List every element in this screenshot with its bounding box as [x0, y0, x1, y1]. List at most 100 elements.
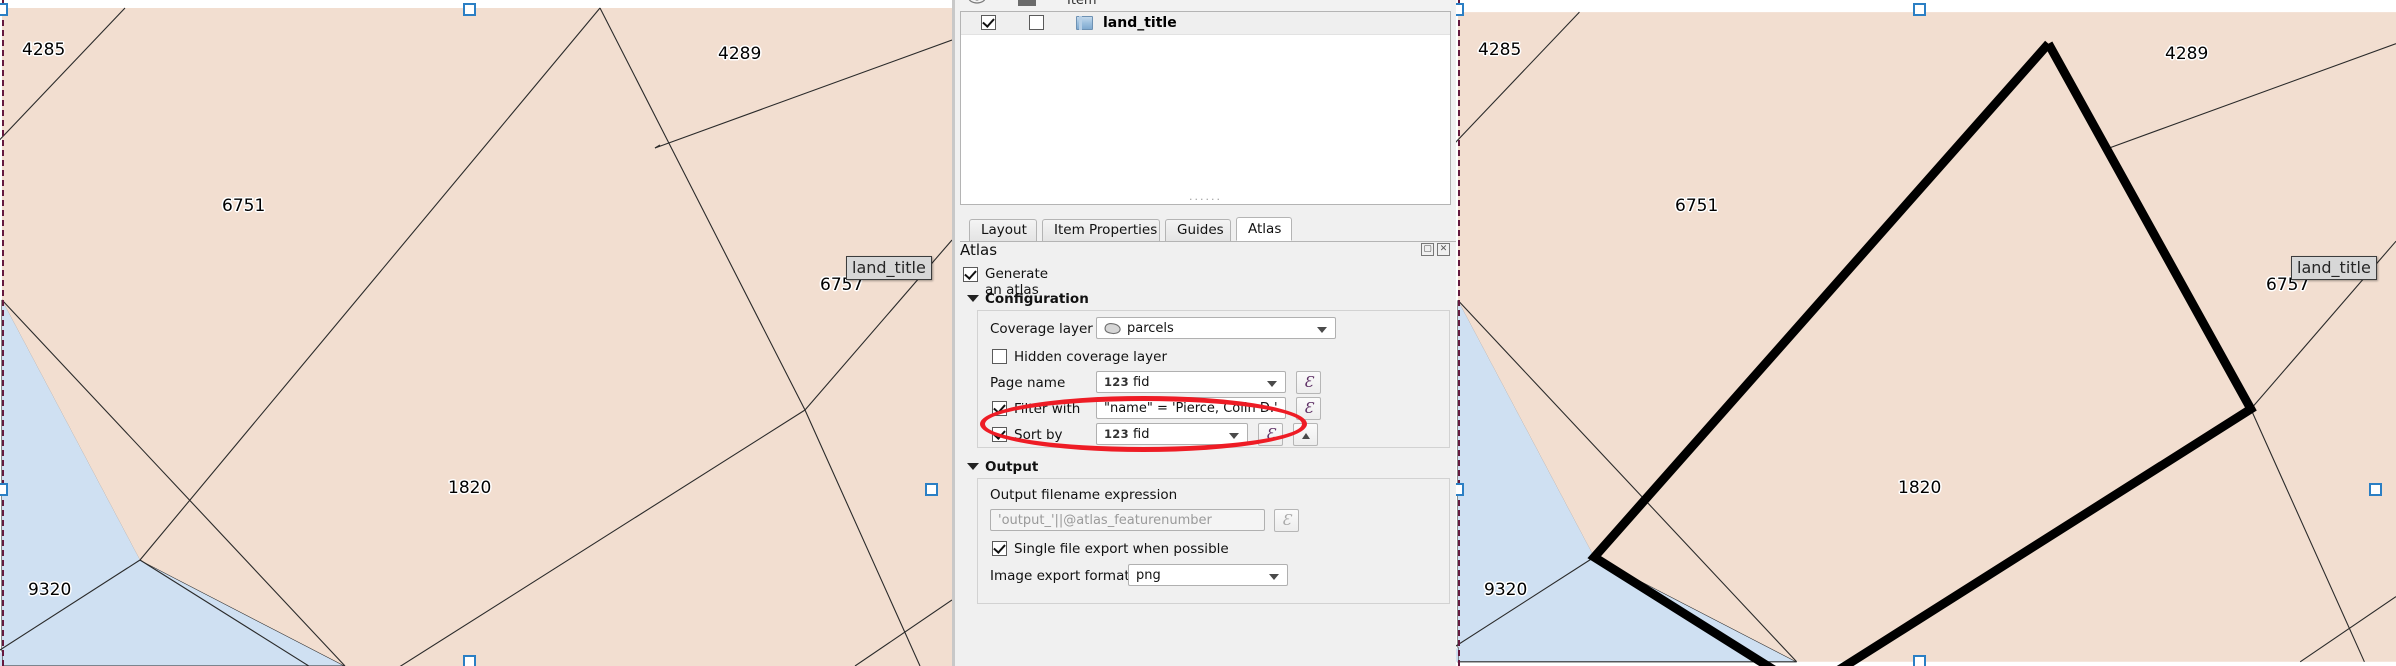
chevron-down-icon[interactable]: [1229, 433, 1239, 439]
sort-by-label: Sort by: [1014, 427, 1063, 443]
atlas-panel-titlebar: Atlas ▢ ✕: [960, 241, 1452, 261]
sort-by-combo[interactable]: 123 fid: [1096, 423, 1248, 445]
sort-by-row[interactable]: Sort by 123 fid Ɛ: [978, 423, 1449, 449]
selection-handle-tc[interactable]: [463, 3, 476, 16]
page-border-right-dark: [1458, 0, 1460, 666]
item-lock-checkbox[interactable]: [1029, 15, 1044, 30]
output-filename-expression-row: Output filename expression: [978, 483, 1449, 509]
filter-with-value: "name" = 'Pierce, Colin D.': [1104, 401, 1278, 416]
filter-with-expression-icon[interactable]: Ɛ: [1296, 397, 1321, 420]
page-name-value-prefix: 123: [1104, 375, 1129, 389]
tab-item-properties[interactable]: Item Properties: [1042, 219, 1160, 241]
map-canvas-left[interactable]: 4285 4289 6751 6757 1820 9320 4287 3045 …: [0, 0, 952, 666]
dock-tab-bar[interactable]: Layout Item Properties Guides Atlas: [960, 217, 1456, 242]
sort-by-value-field: fid: [1133, 427, 1150, 442]
sort-ascending-icon[interactable]: [1293, 423, 1318, 446]
tab-guides[interactable]: Guides: [1165, 219, 1231, 241]
lock-column-icon[interactable]: [1018, 0, 1036, 6]
filter-with-row[interactable]: Filter with "name" = 'Pierce, Colin D.' …: [978, 397, 1449, 423]
item-visibility-checkbox[interactable]: [981, 15, 996, 30]
atlas-panel-body: Generate an atlas Configuration Coverage…: [960, 262, 1452, 666]
selection-handle-mr[interactable]: [2369, 483, 2382, 496]
output-filename-input-row[interactable]: 'output_'||@atlas_featurenumber Ɛ: [978, 509, 1449, 535]
sort-by-expression-icon[interactable]: Ɛ: [1258, 423, 1283, 446]
generate-atlas-checkbox[interactable]: [963, 267, 978, 282]
image-export-format-value: png: [1136, 568, 1161, 583]
collapse-triangle-icon[interactable]: [967, 463, 979, 470]
collapse-triangle-icon[interactable]: [967, 295, 979, 302]
selection-handle-mr[interactable]: [925, 483, 938, 496]
page-name-value: 123 fid: [1104, 375, 1150, 390]
configuration-group: Configuration Coverage layer parcels Hid…: [963, 290, 1450, 452]
image-export-format-label: Image export format: [990, 568, 1130, 584]
items-list[interactable]: land_title ······: [960, 11, 1451, 205]
page-name-label: Page name: [990, 375, 1066, 391]
list-item[interactable]: land_title: [961, 12, 1450, 35]
sort-by-value: 123 fid: [1104, 427, 1150, 442]
output-box: Output filename expression 'output_'||@a…: [977, 478, 1450, 604]
atlas-panel-title: Atlas: [960, 241, 998, 259]
coverage-layer-row[interactable]: Coverage layer parcels: [978, 317, 1449, 343]
page-border-left-dark: [2, 0, 4, 666]
map-preview-before[interactable]: 4285 4289 6751 6757 1820 9320 4287 3045 …: [0, 0, 952, 666]
parcel-map-left: [0, 0, 952, 666]
chevron-down-icon[interactable]: [1269, 574, 1279, 580]
chevron-down-icon[interactable]: [1267, 381, 1277, 387]
output-title: Output: [985, 459, 1039, 475]
list-item-label: land_title: [1103, 15, 1177, 31]
tab-atlas[interactable]: Atlas: [1236, 217, 1292, 241]
page-name-expression-icon[interactable]: Ɛ: [1296, 371, 1321, 394]
coverage-layer-label: Coverage layer: [990, 321, 1093, 337]
map-preview-after[interactable]: 4285 4289 6751 6757 1820 9320 4287 3045 …: [1456, 0, 2396, 666]
selection-handle-ml[interactable]: [1456, 483, 1464, 496]
image-export-format-combo[interactable]: png: [1128, 564, 1288, 586]
qgis-layout-designer-screenshot: 4285 4289 6751 6757 1820 9320 4287 3045 …: [0, 0, 2396, 666]
parcel-map-right: [1456, 4, 2396, 666]
selection-handle-tl[interactable]: [1456, 3, 1464, 16]
page-name-value-field: fid: [1133, 375, 1150, 390]
map-canvas-right[interactable]: 4285 4289 6751 6757 1820 9320 4287 3045 …: [1456, 0, 2396, 666]
panel-resize-grip[interactable]: ······: [1189, 194, 1222, 205]
selection-handle-bc[interactable]: [463, 655, 476, 666]
single-file-export-row[interactable]: Single file export when possible: [978, 537, 1449, 563]
eye-icon[interactable]: [968, 0, 986, 5]
selection-handle-bc[interactable]: [1913, 655, 1926, 666]
page-name-row[interactable]: Page name 123 fid Ɛ: [978, 371, 1449, 397]
right-dock-panel: Item land_title ······ Layout Item Prope…: [952, 0, 1456, 666]
filter-with-checkbox[interactable]: [992, 401, 1007, 416]
selection-handle-tl[interactable]: [0, 3, 8, 16]
land-title-tooltip: land_title: [2291, 256, 2377, 280]
selection-handle-ml[interactable]: [0, 483, 8, 496]
configuration-box: Coverage layer parcels Hidden coverage l…: [977, 310, 1450, 448]
polygon-layer-icon: [1104, 322, 1121, 335]
chevron-down-icon[interactable]: [1317, 327, 1327, 333]
coverage-layer-value: parcels: [1127, 321, 1174, 336]
tab-layout[interactable]: Layout: [969, 219, 1037, 241]
output-filename-placeholder: 'output_'||@atlas_featurenumber: [998, 513, 1212, 528]
sort-by-value-prefix: 123: [1104, 427, 1129, 441]
filter-with-input[interactable]: "name" = 'Pierce, Colin D.': [1096, 397, 1286, 419]
hidden-coverage-layer-label: Hidden coverage layer: [1014, 349, 1168, 365]
layer-icon: [1076, 16, 1093, 30]
configuration-header[interactable]: Configuration: [963, 290, 1450, 310]
sort-by-checkbox[interactable]: [992, 427, 1007, 442]
configuration-title: Configuration: [985, 291, 1089, 307]
output-group: Output Output filename expression 'outpu…: [963, 458, 1450, 608]
output-filename-input[interactable]: 'output_'||@atlas_featurenumber: [990, 509, 1265, 531]
coverage-layer-combo[interactable]: parcels: [1096, 317, 1336, 339]
filter-with-label: Filter with: [1014, 401, 1081, 417]
image-export-format-row[interactable]: Image export format png: [978, 564, 1449, 590]
undock-icon[interactable]: ▢: [1421, 243, 1434, 256]
output-header[interactable]: Output: [963, 458, 1450, 478]
close-icon[interactable]: ✕: [1437, 243, 1450, 256]
land-title-tooltip: land_title: [846, 256, 932, 280]
page-name-combo[interactable]: 123 fid: [1096, 371, 1286, 393]
items-panel: Item land_title ······: [960, 0, 1451, 213]
items-column-header: Item: [1067, 0, 1097, 8]
selection-handle-tc[interactable]: [1913, 3, 1926, 16]
hidden-coverage-layer-row[interactable]: Hidden coverage layer: [978, 345, 1449, 371]
single-file-export-label: Single file export when possible: [1014, 541, 1229, 557]
hidden-coverage-layer-checkbox[interactable]: [992, 349, 1007, 364]
single-file-export-checkbox[interactable]: [992, 541, 1007, 556]
output-filename-expression-icon[interactable]: Ɛ: [1274, 509, 1299, 532]
